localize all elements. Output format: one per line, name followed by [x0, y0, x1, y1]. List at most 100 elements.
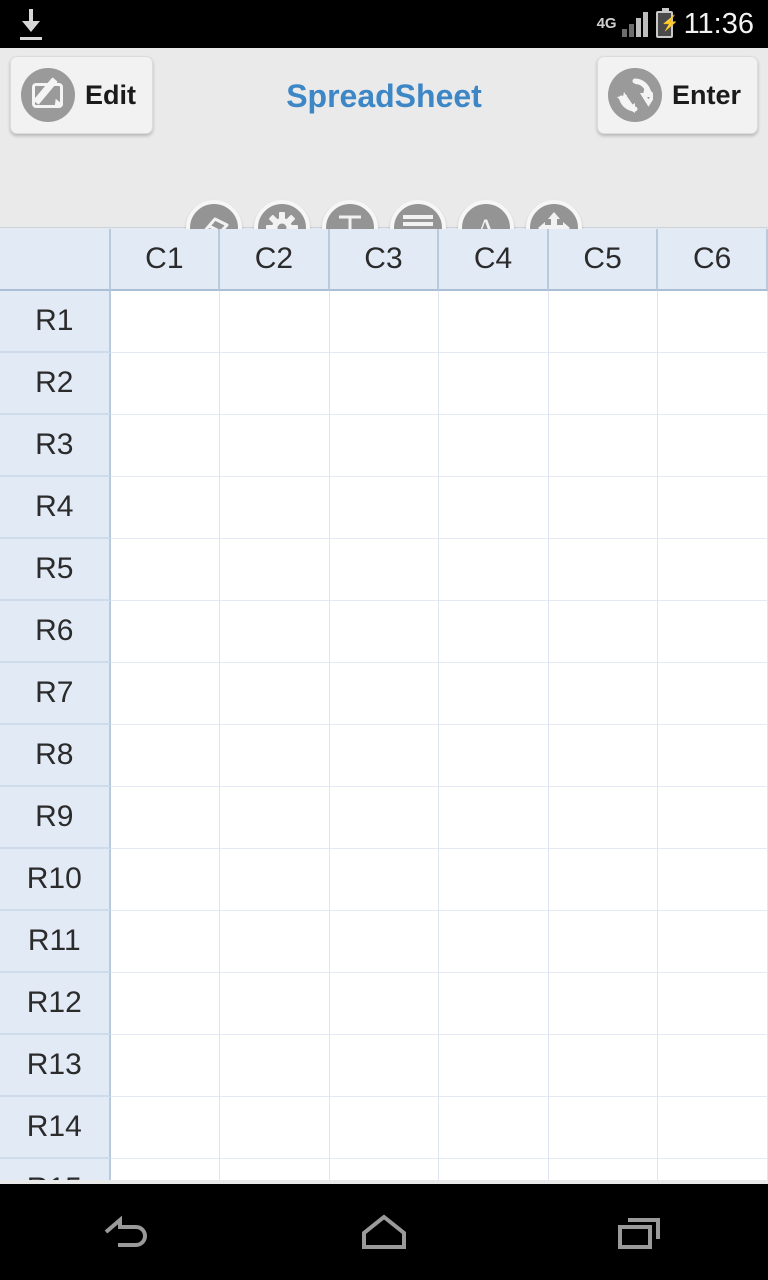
column-header[interactable]: C5	[548, 229, 659, 291]
grid-corner-cell[interactable]	[0, 229, 111, 291]
grid-cell[interactable]	[329, 477, 440, 539]
grid-cell[interactable]	[658, 291, 768, 353]
grid-cell[interactable]	[658, 973, 768, 1035]
grid-cell[interactable]	[548, 1159, 659, 1180]
grid-cell[interactable]	[658, 415, 768, 477]
grid-cell[interactable]	[329, 539, 440, 601]
row-header[interactable]: R10	[0, 849, 111, 911]
grid-cell[interactable]	[220, 787, 330, 849]
grid-cell[interactable]	[329, 353, 440, 415]
grid-cell[interactable]	[220, 973, 330, 1035]
grid-cell[interactable]	[110, 1097, 221, 1159]
grid-cell[interactable]	[439, 973, 549, 1035]
grid-cell[interactable]	[439, 291, 549, 353]
grid-cell[interactable]	[658, 1159, 768, 1180]
grid-cell[interactable]	[329, 1159, 440, 1180]
grid-cell[interactable]	[548, 1097, 659, 1159]
grid-cell[interactable]	[220, 725, 330, 787]
grid-cell[interactable]	[439, 539, 549, 601]
grid-cell[interactable]	[439, 1097, 549, 1159]
grid-cell[interactable]	[329, 663, 440, 725]
grid-cell[interactable]	[439, 353, 549, 415]
grid-cell[interactable]	[329, 291, 440, 353]
grid-cell[interactable]	[110, 353, 221, 415]
row-header[interactable]: R1	[0, 291, 111, 353]
grid-cell[interactable]	[220, 291, 330, 353]
grid-cell[interactable]	[439, 601, 549, 663]
grid-cell[interactable]	[658, 1035, 768, 1097]
grid-cell[interactable]	[548, 477, 659, 539]
home-icon[interactable]	[324, 1202, 444, 1262]
grid-cell[interactable]	[439, 477, 549, 539]
grid-cell[interactable]	[548, 1035, 659, 1097]
grid-cell[interactable]	[329, 725, 440, 787]
column-header[interactable]: C6	[658, 229, 768, 291]
grid-cell[interactable]	[110, 725, 221, 787]
grid-cell[interactable]	[110, 539, 221, 601]
grid-cell[interactable]	[220, 911, 330, 973]
grid-cell[interactable]	[548, 353, 659, 415]
grid-cell[interactable]	[110, 849, 221, 911]
grid-cell[interactable]	[220, 539, 330, 601]
grid-cell[interactable]	[110, 601, 221, 663]
row-header[interactable]: R15	[0, 1159, 111, 1180]
grid-cell[interactable]	[329, 973, 440, 1035]
column-header[interactable]: C3	[329, 229, 440, 291]
row-header[interactable]: R7	[0, 663, 111, 725]
grid-cell[interactable]	[220, 477, 330, 539]
grid-cell[interactable]	[658, 477, 768, 539]
grid-cell[interactable]	[548, 725, 659, 787]
grid-cell[interactable]	[548, 787, 659, 849]
grid-cell[interactable]	[110, 1035, 221, 1097]
grid-cell[interactable]	[439, 849, 549, 911]
grid-cell[interactable]	[439, 787, 549, 849]
grid-cell[interactable]	[220, 415, 330, 477]
grid-cell[interactable]	[220, 663, 330, 725]
grid-cell[interactable]	[548, 973, 659, 1035]
spreadsheet-grid[interactable]: C1 C2 C3 C4 C5 C6 R1 R2 R3 R4 R5 R6 R7 R8 R9 R10 R11 R12…	[0, 229, 768, 1180]
grid-cell[interactable]	[439, 415, 549, 477]
recent-apps-icon[interactable]	[580, 1202, 700, 1262]
grid-cell[interactable]	[548, 539, 659, 601]
grid-cell[interactable]	[658, 601, 768, 663]
grid-cell[interactable]	[548, 415, 659, 477]
grid-cell[interactable]	[220, 849, 330, 911]
row-header[interactable]: R5	[0, 539, 111, 601]
grid-cell[interactable]	[329, 911, 440, 973]
grid-cell[interactable]	[110, 973, 221, 1035]
grid-cell[interactable]	[329, 849, 440, 911]
grid-cell[interactable]	[220, 1035, 330, 1097]
grid-cell[interactable]	[548, 291, 659, 353]
grid-cell[interactable]	[548, 601, 659, 663]
grid-cell[interactable]	[548, 663, 659, 725]
grid-cell[interactable]	[110, 663, 221, 725]
row-header[interactable]: R2	[0, 353, 111, 415]
back-icon[interactable]	[68, 1202, 188, 1262]
grid-cell[interactable]	[658, 725, 768, 787]
grid-cell[interactable]	[329, 415, 440, 477]
grid-cell[interactable]	[110, 787, 221, 849]
row-header[interactable]: R6	[0, 601, 111, 663]
grid-cell[interactable]	[439, 725, 549, 787]
row-header[interactable]: R9	[0, 787, 111, 849]
grid-cell[interactable]	[439, 1159, 549, 1180]
column-header[interactable]: C1	[110, 229, 221, 291]
grid-cell[interactable]	[548, 911, 659, 973]
grid-cell[interactable]	[220, 353, 330, 415]
grid-cell[interactable]	[439, 1035, 549, 1097]
grid-cell[interactable]	[110, 1159, 221, 1180]
row-header[interactable]: R8	[0, 725, 111, 787]
grid-cell[interactable]	[658, 353, 768, 415]
grid-cell[interactable]	[329, 1097, 440, 1159]
grid-cell[interactable]	[220, 1097, 330, 1159]
grid-cell[interactable]	[329, 787, 440, 849]
grid-cell[interactable]	[220, 1159, 330, 1180]
row-header[interactable]: R3	[0, 415, 111, 477]
grid-cell[interactable]	[439, 911, 549, 973]
row-header[interactable]: R12	[0, 973, 111, 1035]
enter-button[interactable]: Enter	[596, 56, 758, 134]
grid-cell[interactable]	[220, 601, 330, 663]
grid-cell[interactable]	[329, 601, 440, 663]
grid-cell[interactable]	[110, 477, 221, 539]
row-header[interactable]: R13	[0, 1035, 111, 1097]
